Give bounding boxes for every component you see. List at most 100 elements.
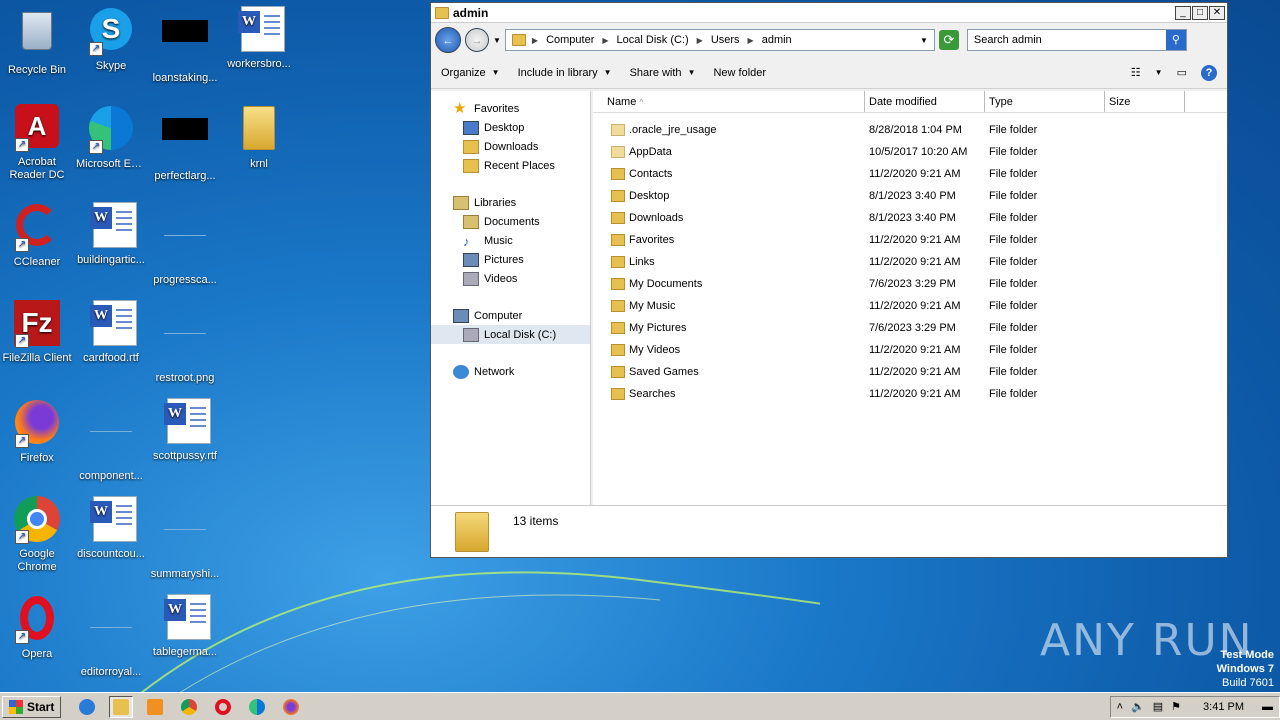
desktop-icon-perfectlarg[interactable]: perfectlarg... (148, 104, 222, 183)
table-row[interactable]: Searches 11/2/2020 9:21 AM File folder (593, 383, 1227, 405)
new-folder-button[interactable]: New folder (713, 67, 766, 79)
window-titlebar[interactable]: admin _ □ ✕ (431, 3, 1227, 23)
search-field[interactable]: Search admin ⚲ (966, 29, 1187, 51)
table-row[interactable]: Favorites 11/2/2020 9:21 AM File folder (593, 229, 1227, 251)
nav-downloads[interactable]: Downloads (431, 137, 590, 156)
desktop-icon-workersbro[interactable]: W workersbro... (222, 6, 296, 71)
table-row[interactable]: Contacts 11/2/2020 9:21 AM File folder (593, 163, 1227, 185)
forward-button[interactable]: → (465, 28, 489, 52)
desktop-icon-cardfood[interactable]: W cardfood.rtf (74, 300, 148, 365)
column-header-date[interactable]: Date modified (865, 91, 985, 112)
organize-button[interactable]: Organize ▼ (441, 67, 500, 79)
breadcrumb-users[interactable]: Users (709, 34, 742, 46)
chevron-down-icon[interactable]: ▼ (1155, 68, 1163, 77)
show-hidden-icons-icon[interactable]: ˄ (1117, 701, 1123, 713)
breadcrumb-admin[interactable]: admin (760, 34, 794, 46)
start-button[interactable]: Start (2, 695, 62, 718)
taskbar-explorer[interactable] (109, 695, 134, 718)
refresh-button[interactable]: ⟳ (938, 30, 959, 50)
folder-icon (611, 344, 625, 356)
desktop-icon-progressca[interactable]: progressca... (148, 202, 222, 287)
desktop-icon-krnl[interactable]: krnl (222, 104, 296, 171)
nav-libraries[interactable]: Libraries (431, 193, 590, 212)
column-header-name[interactable]: Name ^ (593, 91, 865, 112)
desktop-icon-editorroyal[interactable]: editorroyal... (74, 594, 148, 679)
table-row[interactable]: Links 11/2/2020 9:21 AM File folder (593, 251, 1227, 273)
table-row[interactable]: My Videos 11/2/2020 9:21 AM File folder (593, 339, 1227, 361)
nav-computer[interactable]: Computer (431, 306, 590, 325)
action-center-flag-icon[interactable]: ⚑ (1171, 700, 1181, 713)
desktop-icon-acrobat[interactable]: A ↗ Acrobat Reader DC (0, 104, 74, 182)
chevron-right-icon[interactable]: ▶ (532, 36, 538, 45)
column-header-type[interactable]: Type (985, 91, 1105, 112)
network-tray-icon[interactable]: ▤ (1153, 700, 1163, 713)
desktop-icon-buildingartic[interactable]: W buildingartic... (74, 202, 148, 267)
taskbar-ie[interactable] (75, 696, 99, 718)
table-row[interactable]: .oracle_jre_usage 8/28/2018 1:04 PM File f… (593, 119, 1227, 141)
taskbar-opera[interactable] (211, 696, 235, 718)
taskbar-chrome[interactable] (177, 696, 201, 718)
computer-icon (453, 308, 469, 323)
preview-pane-icon[interactable]: ▭ (1177, 66, 1187, 79)
desktop-icon-recycle-bin[interactable]: Recycle Bin (0, 6, 74, 77)
icon-label: summaryshi... (150, 568, 220, 580)
maximize-button[interactable]: □ (1192, 5, 1208, 20)
desktop-icon-component[interactable]: component... (74, 398, 148, 483)
table-row[interactable]: My Music 11/2/2020 9:21 AM File folder (593, 295, 1227, 317)
minimize-button[interactable]: _ (1175, 5, 1191, 20)
table-row[interactable]: My Documents 7/6/2023 3:29 PM File folder (593, 273, 1227, 295)
back-button[interactable]: ← (435, 27, 461, 53)
nav-desktop[interactable]: Desktop (431, 118, 590, 137)
clock[interactable]: 3:41 PM (1203, 701, 1244, 713)
nav-network[interactable]: Network (431, 362, 590, 381)
chevron-right-icon[interactable]: ▶ (697, 36, 703, 45)
taskbar-edge[interactable] (245, 696, 269, 718)
nav-documents[interactable]: Documents (431, 212, 590, 231)
include-in-library-button[interactable]: Include in library ▼ (518, 67, 612, 79)
breadcrumb-local-disk[interactable]: Local Disk (C:) (615, 34, 691, 46)
desktop-icon-firefox[interactable]: ↗ Firefox (0, 398, 74, 465)
volume-icon[interactable]: 🔈 (1131, 700, 1145, 713)
column-headers: Name ^ Date modified Type Size (593, 91, 1227, 113)
desktop-icon-tablegerma[interactable]: W tablegerma... (148, 594, 222, 659)
address-dropdown-icon[interactable]: ▼ (920, 36, 928, 45)
table-row[interactable]: Saved Games 11/2/2020 9:21 AM File folder (593, 361, 1227, 383)
taskbar-firefox[interactable] (279, 696, 303, 718)
table-row[interactable]: My Pictures 7/6/2023 3:29 PM File folder (593, 317, 1227, 339)
desktop-icon-chrome[interactable]: ↗ Google Chrome (0, 496, 74, 574)
taskbar-media-player[interactable] (143, 696, 167, 718)
search-icon[interactable]: ⚲ (1165, 30, 1186, 50)
column-header-size[interactable]: Size (1105, 91, 1185, 112)
chevron-right-icon[interactable]: ▶ (748, 36, 754, 45)
desktop-icon-skype[interactable]: S ↗ Skype (74, 6, 148, 73)
desktop-icon-filezilla[interactable]: Fz ↗ FileZilla Client (0, 300, 74, 365)
desktop-icon-discountcou[interactable]: W discountcou... (74, 496, 148, 561)
desktop-icon-restroot[interactable]: restroot.png (148, 300, 222, 385)
table-row[interactable]: Downloads 8/1/2023 3:40 PM File folder (593, 207, 1227, 229)
nav-pictures[interactable]: Pictures (431, 250, 590, 269)
chevron-right-icon[interactable]: ▶ (602, 36, 608, 45)
desktop-icon-ccleaner[interactable]: ↗ CCleaner (0, 202, 74, 269)
breadcrumb-computer[interactable]: Computer (544, 34, 596, 46)
table-row[interactable]: Desktop 8/1/2023 3:40 PM File folder (593, 185, 1227, 207)
nav-music[interactable]: ♪ Music (431, 231, 590, 250)
desktop-icon-opera[interactable]: ↗ Opera (0, 594, 74, 661)
desktop-icon-scottpussy[interactable]: W scottpussy.rtf (148, 398, 222, 463)
nav-local-disk[interactable]: Local Disk (C:) (431, 325, 590, 344)
help-icon[interactable]: ? (1201, 64, 1217, 81)
share-with-button[interactable]: Share with ▼ (630, 67, 696, 79)
address-field[interactable]: ▶ Computer ▶ Local Disk (C:) ▶ Users ▶ a… (504, 29, 935, 51)
desktop-icon-loanstaking[interactable]: loanstaking... (148, 6, 222, 85)
nav-recent-places[interactable]: Recent Places (431, 156, 590, 175)
nav-favorites[interactable]: ★ Favorites (431, 99, 590, 118)
file-name-cell: My Videos (593, 344, 865, 356)
close-button[interactable]: ✕ (1209, 5, 1225, 20)
search-input[interactable]: Search admin (974, 34, 1166, 46)
desktop-icon-edge[interactable]: ↗ Microsoft Edge (74, 104, 148, 171)
nav-videos[interactable]: Videos (431, 269, 590, 288)
desktop-icon-summaryshi[interactable]: summaryshi... (148, 496, 222, 581)
view-options-icon[interactable]: ☷ (1131, 66, 1141, 79)
recent-pages-dropdown[interactable]: ▼ (493, 36, 501, 45)
show-desktop-icon[interactable]: ▬ (1262, 701, 1273, 713)
table-row[interactable]: AppData 10/5/2017 10:20 AM File folder (593, 141, 1227, 163)
